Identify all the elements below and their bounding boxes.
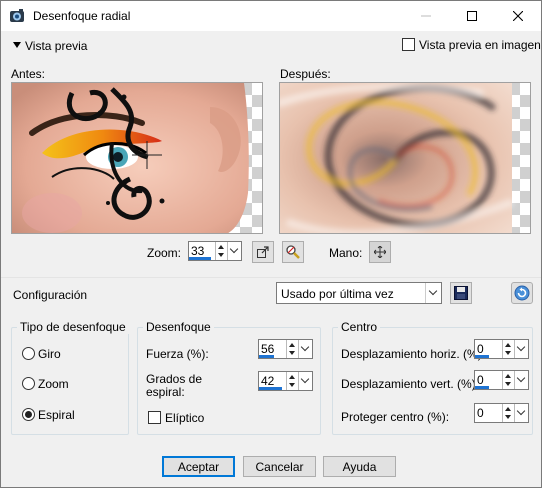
app-icon bbox=[10, 9, 24, 22]
spiral-spin-arrows[interactable] bbox=[286, 372, 298, 390]
zoom-value: 33 bbox=[191, 244, 205, 258]
maximize-button[interactable] bbox=[449, 1, 495, 31]
spiral-label-1: Grados de bbox=[146, 372, 203, 386]
hoffset-value: 0 bbox=[477, 342, 484, 356]
help-button[interactable]: Ayuda bbox=[323, 456, 396, 477]
help-button-label: Ayuda bbox=[342, 459, 377, 474]
elliptic-checkbox bbox=[148, 411, 161, 424]
elliptic-label: Elíptico bbox=[165, 411, 205, 425]
strength-level-bar bbox=[259, 355, 275, 358]
hand-label: Mano: bbox=[329, 246, 363, 260]
preset-dropdown-arrow[interactable] bbox=[425, 283, 441, 303]
dialog-window: Desenfoque radial Vista previa Vista pre… bbox=[0, 0, 542, 488]
spiral-dropdown-arrow[interactable] bbox=[298, 372, 312, 390]
reset-icon bbox=[514, 285, 530, 301]
radio-zoom-label: Zoom bbox=[38, 377, 69, 391]
strength-label: Fuerza (%): bbox=[146, 347, 209, 361]
voffset-level-bar bbox=[475, 386, 489, 389]
voffset-label: Desplazamiento vert. (%): bbox=[341, 377, 480, 391]
spiral-label-2: espiral: bbox=[146, 385, 185, 399]
before-label: Antes: bbox=[11, 67, 46, 81]
center-title: Centro bbox=[338, 320, 381, 334]
zoom-spinner[interactable]: 33 bbox=[188, 241, 242, 261]
protect-value: 0 bbox=[477, 406, 484, 420]
preview-toggle-label: Vista previa bbox=[25, 39, 88, 53]
hoffset-label: Desplazamiento horiz. (%): bbox=[341, 347, 486, 361]
before-preview[interactable] bbox=[11, 82, 263, 234]
preset-value: Usado por última vez bbox=[281, 287, 394, 301]
voffset-dropdown-arrow[interactable] bbox=[514, 371, 528, 389]
zoom-dropdown-arrow[interactable] bbox=[227, 242, 241, 260]
hoffset-dropdown-arrow[interactable] bbox=[514, 340, 528, 358]
voffset-spinner[interactable]: 0 bbox=[474, 370, 529, 390]
radio-espiral[interactable]: Espiral bbox=[22, 407, 92, 423]
navigate-button[interactable] bbox=[282, 241, 304, 263]
strength-spin-arrows[interactable] bbox=[286, 340, 298, 358]
strength-spinner[interactable]: 56 bbox=[258, 339, 313, 359]
zoom-spin-arrows[interactable] bbox=[215, 242, 227, 260]
zoom-level-bar bbox=[189, 257, 211, 260]
hoffset-spinner[interactable]: 0 bbox=[474, 339, 529, 359]
preset-select[interactable]: Usado por última vez bbox=[276, 282, 442, 304]
triangle-down-icon bbox=[13, 42, 21, 48]
elliptic-checkbox-row[interactable]: Elíptico bbox=[148, 410, 218, 426]
preview-toggle[interactable]: Vista previa bbox=[13, 39, 93, 53]
separator bbox=[1, 277, 541, 278]
after-preview bbox=[279, 82, 531, 234]
preview-in-image-checkbox[interactable] bbox=[402, 38, 415, 51]
blur-type-title: Tipo de desenfoque bbox=[17, 320, 129, 334]
config-label: Configuración bbox=[13, 288, 88, 302]
after-label: Después: bbox=[280, 67, 331, 81]
title-bar: Desenfoque radial bbox=[1, 1, 541, 31]
cancel-button-label: Cancelar bbox=[255, 459, 304, 474]
blur-title: Desenfoque bbox=[143, 320, 214, 334]
protect-spin-arrows[interactable] bbox=[502, 404, 514, 422]
minimize-icon bbox=[421, 15, 431, 17]
strength-value: 56 bbox=[261, 342, 275, 356]
protect-label: Proteger centro (%): bbox=[341, 410, 450, 424]
radio-giro-label: Giro bbox=[38, 347, 61, 361]
cancel-button[interactable]: Cancelar bbox=[243, 456, 316, 477]
minimize-button[interactable] bbox=[403, 1, 449, 31]
ok-button-label: Aceptar bbox=[177, 459, 220, 474]
face-image bbox=[12, 83, 249, 233]
window-title: Desenfoque radial bbox=[33, 9, 131, 23]
strength-dropdown-arrow[interactable] bbox=[298, 340, 312, 358]
radio-zoom-circle bbox=[22, 377, 35, 390]
close-icon bbox=[513, 11, 523, 21]
hoffset-spin-arrows[interactable] bbox=[502, 340, 514, 358]
close-button[interactable] bbox=[495, 1, 541, 31]
preview-in-image-label: Vista previa en imagen bbox=[419, 38, 541, 52]
move-icon bbox=[374, 246, 386, 258]
hoffset-level-bar bbox=[475, 355, 489, 358]
spiral-spinner[interactable]: 42 bbox=[258, 371, 313, 391]
radio-giro-circle bbox=[22, 347, 35, 360]
zoom-fit-button[interactable] bbox=[252, 241, 274, 263]
maximize-icon bbox=[467, 11, 477, 21]
zoom-label: Zoom: bbox=[147, 246, 182, 260]
voffset-spin-arrows[interactable] bbox=[502, 371, 514, 389]
spiral-value: 42 bbox=[261, 374, 275, 388]
spiral-blur-image bbox=[280, 83, 514, 233]
radio-zoom[interactable]: Zoom bbox=[22, 376, 92, 392]
ok-button[interactable]: Aceptar bbox=[162, 456, 235, 477]
reset-button[interactable] bbox=[511, 282, 533, 304]
magnifier-icon bbox=[286, 245, 300, 259]
spiral-level-bar bbox=[259, 387, 282, 390]
voffset-value: 0 bbox=[477, 373, 484, 387]
radio-espiral-circle bbox=[22, 408, 35, 421]
protect-spinner[interactable]: 0 bbox=[474, 403, 529, 423]
save-icon bbox=[454, 286, 468, 300]
zoom-fit-icon bbox=[257, 246, 269, 258]
radio-giro[interactable]: Giro bbox=[22, 346, 92, 362]
radio-espiral-label: Espiral bbox=[38, 408, 75, 422]
hand-pan-button[interactable] bbox=[369, 241, 391, 263]
save-preset-button[interactable] bbox=[450, 282, 472, 304]
protect-dropdown-arrow[interactable] bbox=[514, 404, 528, 422]
